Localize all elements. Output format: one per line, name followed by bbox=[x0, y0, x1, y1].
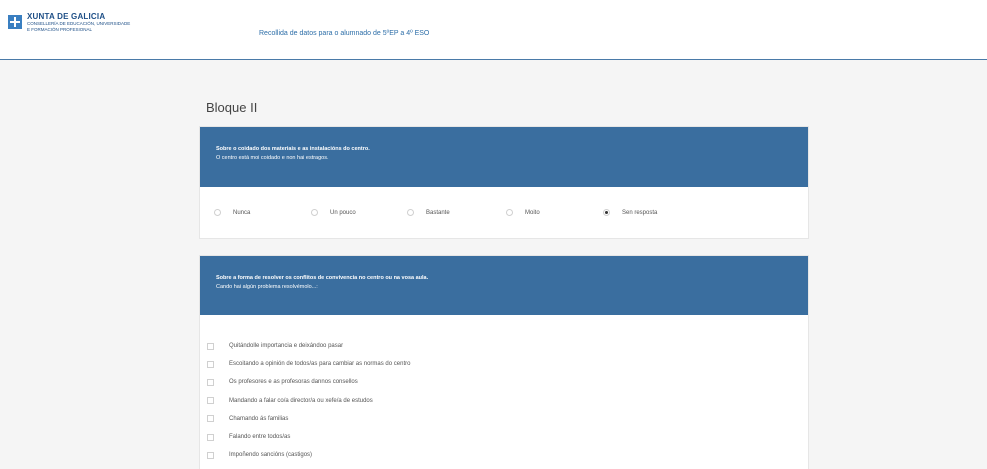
checkbox-icon[interactable] bbox=[207, 342, 214, 350]
page-title: Bloque II bbox=[206, 100, 258, 115]
header-title-link[interactable]: Recollida de datos para o alumnado de 5º… bbox=[259, 30, 429, 37]
radio-circle-icon[interactable] bbox=[214, 209, 221, 216]
radio-label: Nunca bbox=[233, 209, 251, 216]
question-text-1: O centro está moi coidado e non hai estr… bbox=[216, 155, 329, 161]
checkbox-label: Impoñendo sancións (castigos) bbox=[229, 452, 313, 459]
logo-subtitle-2: E FORMACIÓN PROFESIONAL bbox=[27, 26, 93, 32]
radio-label: Sen resposta bbox=[622, 209, 658, 216]
xunta-logo[interactable]: XUNTA DE GALICIA CONSELLERÍA DE EDUCACIÓ… bbox=[8, 13, 130, 32]
question-header-1: Sobre o coidado dos materiais e as insta… bbox=[200, 127, 808, 187]
checkbox-item[interactable]: Impoñendo sancións (castigos) bbox=[207, 446, 808, 464]
checkbox-label: Falando entre todos/as bbox=[229, 434, 291, 441]
checkbox-label: Mandando a falar co/a director/a ou xefe… bbox=[229, 397, 373, 404]
checkbox-item[interactable]: Falando entre todos/as bbox=[207, 428, 808, 446]
top-header: XUNTA DE GALICIA CONSELLERÍA DE EDUCACIÓ… bbox=[0, 0, 987, 60]
question-header-2: Sobre a forma de resolver os conflitos d… bbox=[200, 256, 808, 315]
radio-label: Bastante bbox=[426, 209, 450, 216]
question-heading-1: Sobre o coidado dos materiais e as insta… bbox=[216, 146, 370, 152]
radio-group: Nunca Un pouco Bastante Moito Sen respos… bbox=[200, 187, 808, 238]
checkbox-list: Quitándolle importancia e deixándoo pasa… bbox=[200, 315, 808, 464]
checkbox-icon[interactable] bbox=[207, 451, 214, 459]
question-text-2: Cando hai algún problema resolvémolo...: bbox=[216, 284, 318, 290]
radio-circle-icon[interactable] bbox=[311, 209, 318, 216]
checkbox-label: Chamando ás familias bbox=[229, 415, 289, 422]
radio-circle-icon[interactable] bbox=[407, 209, 414, 216]
radio-option-moito[interactable]: Moito bbox=[506, 187, 540, 238]
question-card-1: Sobre o coidado dos materiais e as insta… bbox=[199, 126, 809, 239]
radio-circle-icon[interactable] bbox=[506, 209, 513, 216]
checkbox-label: Os profesores e as profesoras dannos con… bbox=[229, 379, 358, 386]
logo-title: XUNTA DE GALICIA bbox=[27, 12, 106, 21]
checkbox-label: Escoitando a opinión de todos/as para ca… bbox=[229, 361, 411, 368]
logo-text: XUNTA DE GALICIA CONSELLERÍA DE EDUCACIÓ… bbox=[27, 13, 130, 32]
radio-label: Moito bbox=[525, 209, 540, 216]
checkbox-icon[interactable] bbox=[207, 397, 214, 405]
logo-subtitle-1: CONSELLERÍA DE EDUCACIÓN, UNIVERSIDADE bbox=[27, 21, 131, 26]
radio-option-bastante[interactable]: Bastante bbox=[407, 187, 450, 238]
question-heading-2: Sobre a forma de resolver os conflitos d… bbox=[216, 275, 429, 281]
checkbox-item[interactable]: Mandando a falar co/a director/a ou xefe… bbox=[207, 392, 808, 410]
xunta-emblem-icon bbox=[8, 15, 22, 29]
radio-option-un-pouco[interactable]: Un pouco bbox=[311, 187, 356, 238]
checkbox-item[interactable]: Os profesores e as profesoras dannos con… bbox=[207, 373, 808, 391]
checkbox-label: Quitándolle importancia e deixándoo pasa… bbox=[229, 343, 344, 350]
radio-label: Un pouco bbox=[330, 209, 356, 216]
checkbox-icon[interactable] bbox=[207, 415, 214, 423]
checkbox-item[interactable]: Chamando ás familias bbox=[207, 410, 808, 428]
checkbox-item[interactable]: Escoitando a opinión de todos/as para ca… bbox=[207, 355, 808, 373]
radio-option-nunca[interactable]: Nunca bbox=[214, 187, 250, 238]
checkbox-icon[interactable] bbox=[207, 433, 214, 441]
checkbox-icon[interactable] bbox=[207, 378, 214, 386]
checkbox-item[interactable]: Quitándolle importancia e deixándoo pasa… bbox=[207, 337, 808, 355]
radio-option-sen-resposta[interactable]: Sen resposta bbox=[603, 187, 657, 238]
question-card-2: Sobre a forma de resolver os conflitos d… bbox=[199, 255, 809, 469]
radio-selected-icon[interactable] bbox=[603, 209, 610, 216]
checkbox-icon[interactable] bbox=[207, 360, 214, 368]
